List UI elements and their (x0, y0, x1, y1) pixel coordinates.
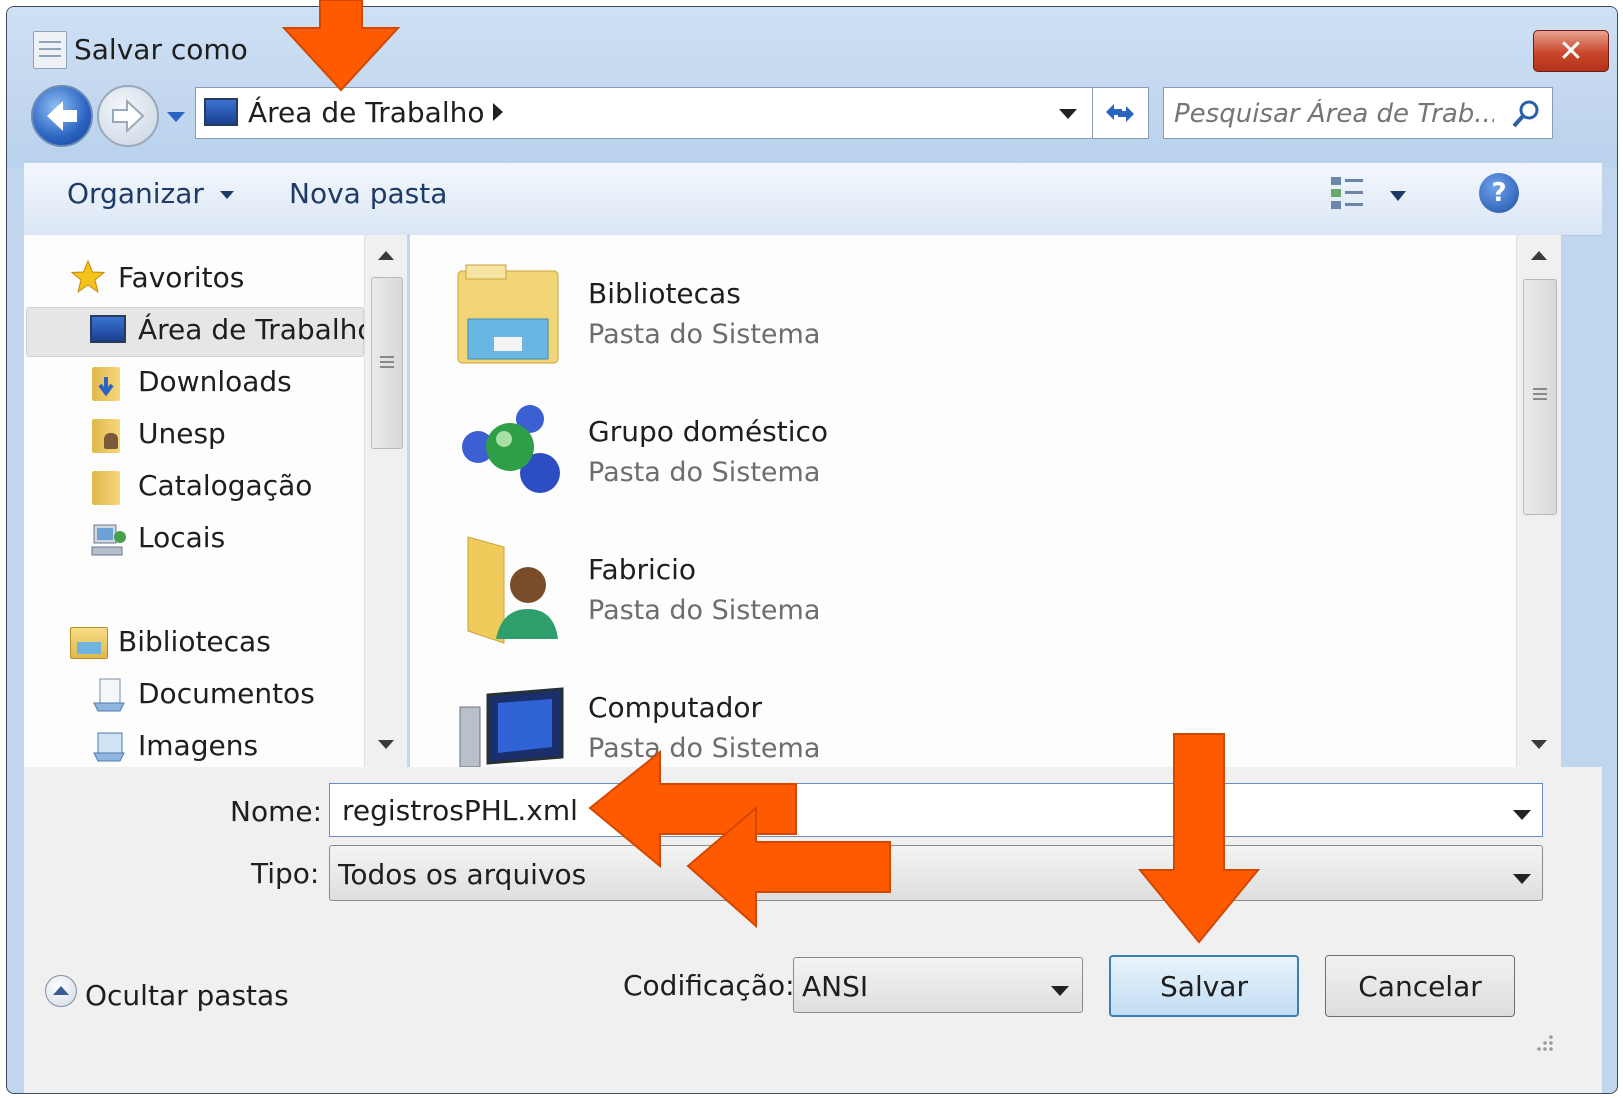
organize-label: Organizar (67, 177, 204, 210)
chevron-down-icon (1059, 109, 1077, 119)
nav-scroll-thumb[interactable] (371, 277, 403, 449)
user-folder-icon (92, 419, 120, 453)
forward-arrow-icon (112, 98, 145, 134)
encoding-select[interactable]: ANSI (793, 957, 1083, 1013)
libraries-icon (70, 627, 108, 659)
help-icon[interactable]: ? (1479, 173, 1519, 213)
homegroup-icon (454, 399, 564, 513)
nav-item-downloads[interactable]: Downloads (138, 365, 292, 398)
save-as-dialog: Salvar como ✕ Área de Trabalho Organizar (6, 6, 1618, 1094)
downloads-folder-icon (92, 367, 120, 401)
filetype-value: Todos os arquivos (338, 858, 587, 891)
network-places-icon (90, 523, 128, 563)
filetype-dropdown[interactable] (1512, 870, 1532, 889)
desktop-icon (90, 315, 126, 343)
address-bar[interactable]: Área de Trabalho (195, 87, 1149, 139)
scroll-up-icon[interactable] (1530, 249, 1548, 261)
search-input[interactable] (1172, 94, 1496, 134)
encoding-value: ANSI (802, 970, 869, 1003)
save-button[interactable]: Salvar (1109, 955, 1299, 1017)
images-icon (90, 729, 128, 769)
filename-input[interactable]: registrosPHL.xml (342, 794, 578, 827)
new-folder-button[interactable]: Nova pasta (289, 177, 447, 210)
change-view-icon[interactable] (1329, 173, 1369, 217)
desktop-icon (204, 98, 238, 126)
filetype-label: Tipo: (251, 857, 320, 890)
nav-item-documentos[interactable]: Documentos (138, 677, 315, 710)
item-type: Pasta do Sistema (588, 457, 821, 488)
window-title: Salvar como (74, 33, 248, 66)
nav-item-desktop[interactable]: Área de Trabalho (138, 313, 374, 346)
item-name[interactable]: Fabricio (588, 553, 696, 586)
navigation-pane: Favoritos Área de Trabalho Downloads Une… (24, 235, 407, 769)
chevron-down-icon (1390, 191, 1406, 201)
encoding-dropdown[interactable] (1050, 982, 1070, 1001)
back-button[interactable] (31, 85, 93, 147)
close-icon: ✕ (1558, 33, 1584, 69)
scroll-down-icon[interactable] (1530, 739, 1548, 751)
filename-combobox[interactable]: registrosPHL.xml (329, 783, 1543, 837)
hide-folders-icon[interactable] (45, 975, 77, 1007)
breadcrumb-chevron-icon[interactable] (492, 102, 504, 126)
annotation-arrow-down-address (281, 0, 401, 92)
chevron-down-icon (167, 112, 185, 122)
file-list-scroll-thumb[interactable] (1523, 279, 1557, 515)
view-options-dropdown[interactable] (1389, 187, 1407, 206)
item-name[interactable]: Bibliotecas (588, 277, 741, 310)
back-arrow-icon (47, 101, 77, 131)
nav-favorites-header[interactable]: Favoritos (118, 261, 244, 294)
organize-button[interactable]: Organizar (67, 177, 235, 210)
user-folder-icon (462, 531, 562, 653)
scroll-up-icon[interactable] (377, 249, 395, 261)
notepad-icon (33, 31, 67, 69)
recent-locations-dropdown[interactable] (166, 109, 186, 128)
nav-item-unesp[interactable]: Unesp (138, 417, 226, 450)
computer-icon (458, 687, 568, 771)
chevron-down-icon (219, 191, 234, 199)
hide-folders-button[interactable]: Ocultar pastas (85, 979, 289, 1012)
address-location[interactable]: Área de Trabalho (248, 96, 484, 129)
search-icon[interactable] (1510, 98, 1542, 134)
refresh-icon[interactable] (1102, 98, 1138, 132)
favorites-star-icon (70, 259, 106, 299)
nav-item-imagens[interactable]: Imagens (138, 729, 258, 762)
search-box[interactable] (1163, 87, 1553, 139)
nav-libraries-header[interactable]: Bibliotecas (118, 625, 271, 658)
item-name[interactable]: Computador (588, 691, 762, 724)
encoding-label: Codificação: (623, 969, 795, 1002)
chevron-down-icon (1051, 986, 1069, 996)
annotation-arrow-down-save (1138, 733, 1260, 944)
chevron-down-icon (1513, 874, 1531, 884)
close-button[interactable]: ✕ (1533, 30, 1609, 72)
file-list-scrollbar[interactable] (1516, 235, 1561, 767)
file-list: Bibliotecas Pasta do Sistema Grupo domés… (410, 235, 1561, 768)
documents-icon (90, 677, 128, 717)
nav-scrollbar[interactable] (364, 235, 407, 767)
address-history-dropdown[interactable] (1058, 106, 1078, 125)
filename-label: Nome: (230, 795, 323, 828)
cancel-button[interactable]: Cancelar (1325, 955, 1515, 1017)
nav-item-locais[interactable]: Locais (138, 521, 225, 554)
filename-dropdown[interactable] (1512, 806, 1532, 825)
forward-button[interactable] (97, 85, 159, 147)
scroll-down-icon[interactable] (377, 739, 395, 751)
filetype-select[interactable]: Todos os arquivos (329, 845, 1543, 901)
folder-icon (92, 471, 120, 505)
annotation-arrow-left-filetype (686, 806, 891, 928)
item-type: Pasta do Sistema (588, 595, 821, 626)
resize-grip-icon[interactable] (1531, 1031, 1555, 1055)
item-type: Pasta do Sistema (588, 319, 821, 350)
libraries-folder-icon (454, 261, 564, 375)
chevron-down-icon (1513, 810, 1531, 820)
nav-item-catalogacao[interactable]: Catalogação (138, 469, 312, 502)
item-name[interactable]: Grupo doméstico (588, 415, 828, 448)
